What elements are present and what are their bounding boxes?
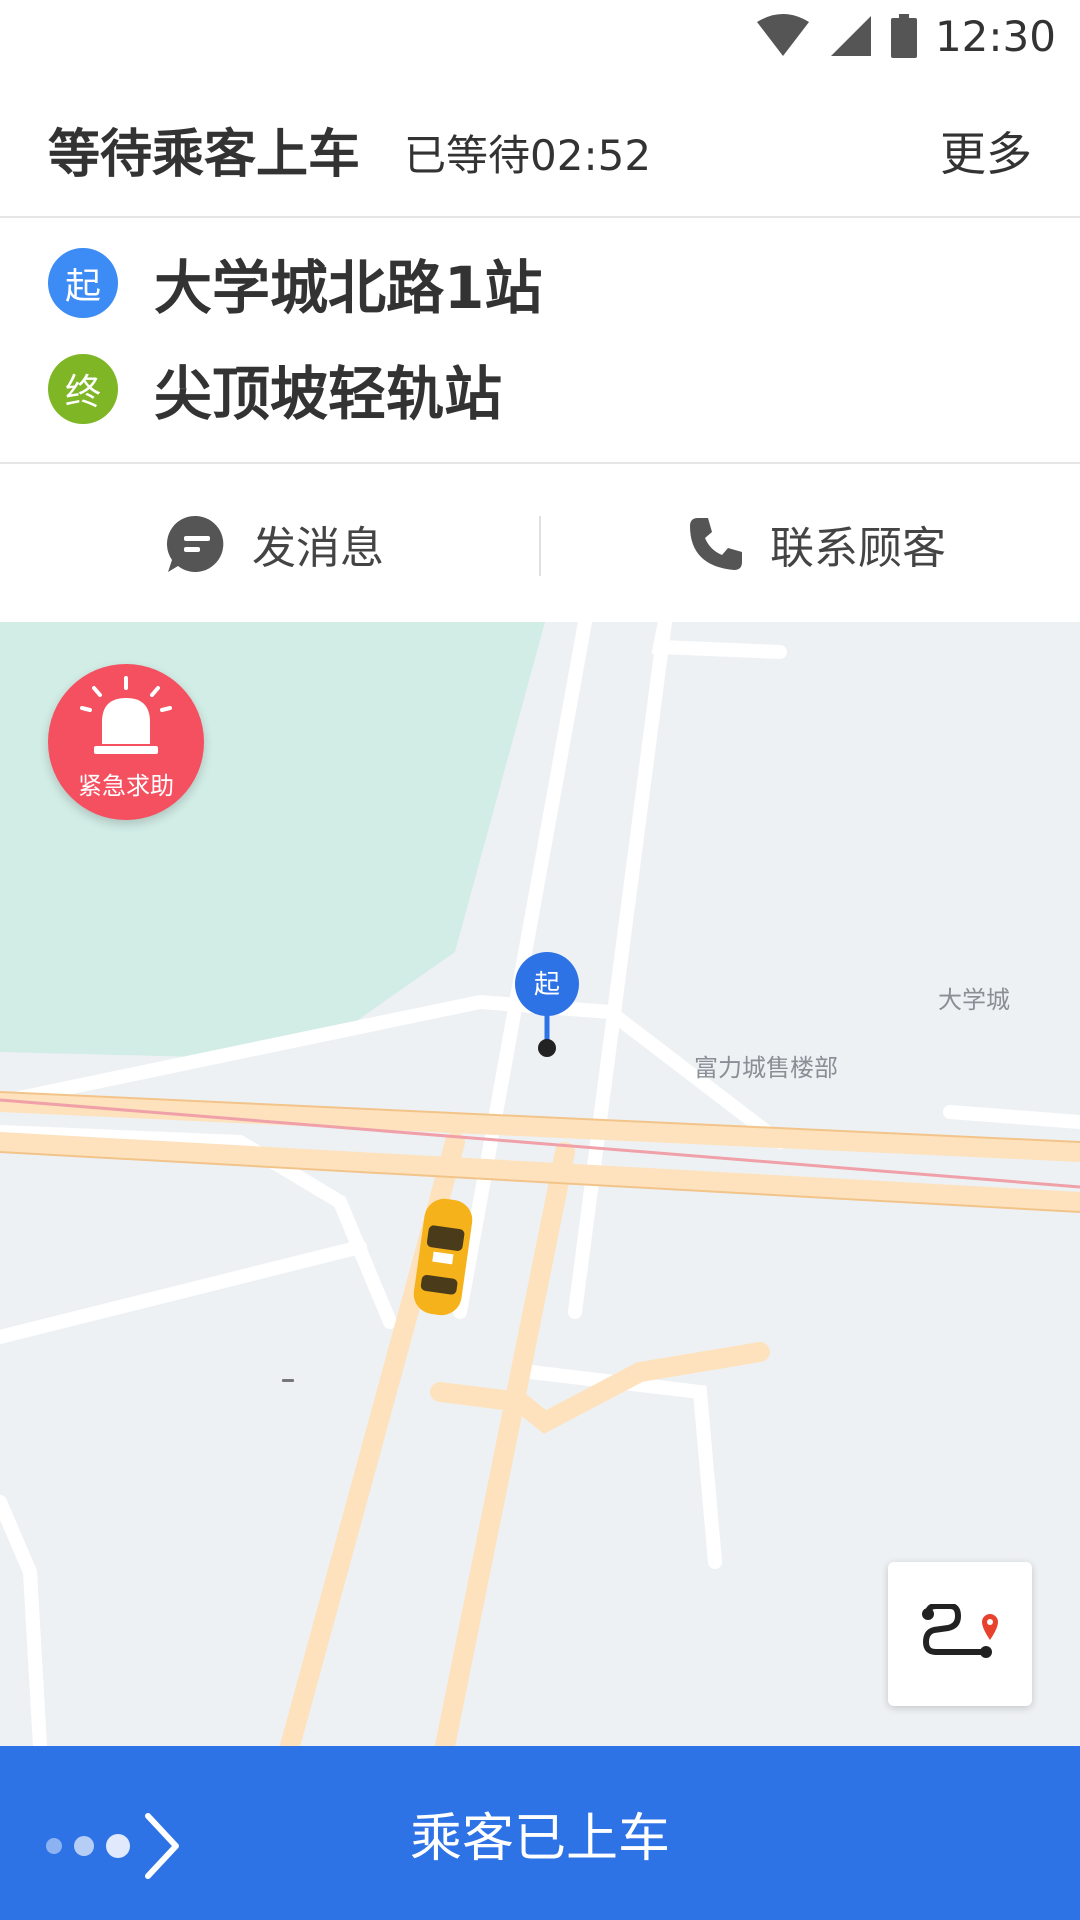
pickup-marker-label: 起 bbox=[534, 970, 560, 1000]
status-bar: 12:30 bbox=[0, 0, 1080, 72]
emergency-help-button[interactable]: 紧急求助 bbox=[48, 664, 204, 820]
call-customer-button[interactable]: 联系顾客 bbox=[688, 466, 946, 622]
status-icons: 12:30 bbox=[755, 10, 1056, 62]
pickup-row: 起 大学城北路1站 bbox=[48, 248, 542, 322]
clock: 12:30 bbox=[934, 11, 1056, 61]
trip-route: 起 大学城北路1站 终 尖顶坡轻轨站 bbox=[0, 218, 1080, 464]
phone-icon bbox=[690, 518, 742, 570]
poi-label-fulicheng: 富力城售楼部 bbox=[694, 1054, 838, 1082]
contact-actions: 发消息 联系顾客 bbox=[0, 466, 1080, 622]
minor-road bbox=[0, 1240, 367, 1344]
battery-icon bbox=[890, 14, 917, 58]
highway bbox=[430, 1342, 770, 1434]
action-divider bbox=[539, 516, 541, 576]
minor-road bbox=[651, 622, 787, 659]
dropoff-location: 尖顶坡轻轨站 bbox=[154, 360, 503, 428]
pickup-point bbox=[538, 1039, 556, 1057]
cell-signal-icon bbox=[830, 16, 871, 56]
minor-road bbox=[523, 1365, 722, 1569]
pickup-location: 大学城北路1站 bbox=[154, 254, 543, 322]
chat-bubble-icon bbox=[166, 515, 224, 572]
wait-timer: 已等待02:52 bbox=[404, 131, 652, 180]
send-message-label: 发消息 bbox=[252, 523, 384, 574]
map-dash-marker bbox=[282, 1379, 294, 1382]
poi-label-daxuecheng: 大学城 bbox=[938, 986, 1010, 1014]
minor-road bbox=[943, 1105, 1080, 1129]
minor-road bbox=[0, 1495, 47, 1746]
alarm-siren-icon bbox=[80, 676, 172, 754]
send-message-button[interactable]: 发消息 bbox=[166, 466, 384, 622]
pickup-marker: 起 bbox=[515, 952, 579, 1057]
wifi-icon bbox=[756, 14, 809, 56]
route-icon bbox=[922, 1604, 998, 1658]
dropoff-row: 终 尖顶坡轻轨站 bbox=[48, 354, 502, 428]
highway-edge bbox=[0, 1151, 1080, 1213]
page-title: 等待乘客上车 bbox=[48, 125, 361, 185]
route-overview-button[interactable] bbox=[888, 1562, 1032, 1706]
minor-road bbox=[568, 622, 672, 1319]
dropoff-badge: 终 bbox=[48, 354, 118, 424]
call-customer-label: 联系顾客 bbox=[770, 523, 946, 574]
emergency-help-label: 紧急求助 bbox=[78, 772, 174, 800]
order-header: 等待乘客上车 已等待02:52 更多 bbox=[0, 72, 1080, 218]
passenger-boarded-label: 乘客已上车 bbox=[409, 1808, 670, 1869]
passenger-boarded-slider[interactable]: 乘客已上车 bbox=[0, 1746, 1080, 1920]
more-button[interactable]: 更多 bbox=[940, 118, 1032, 184]
pickup-badge: 起 bbox=[48, 248, 118, 318]
